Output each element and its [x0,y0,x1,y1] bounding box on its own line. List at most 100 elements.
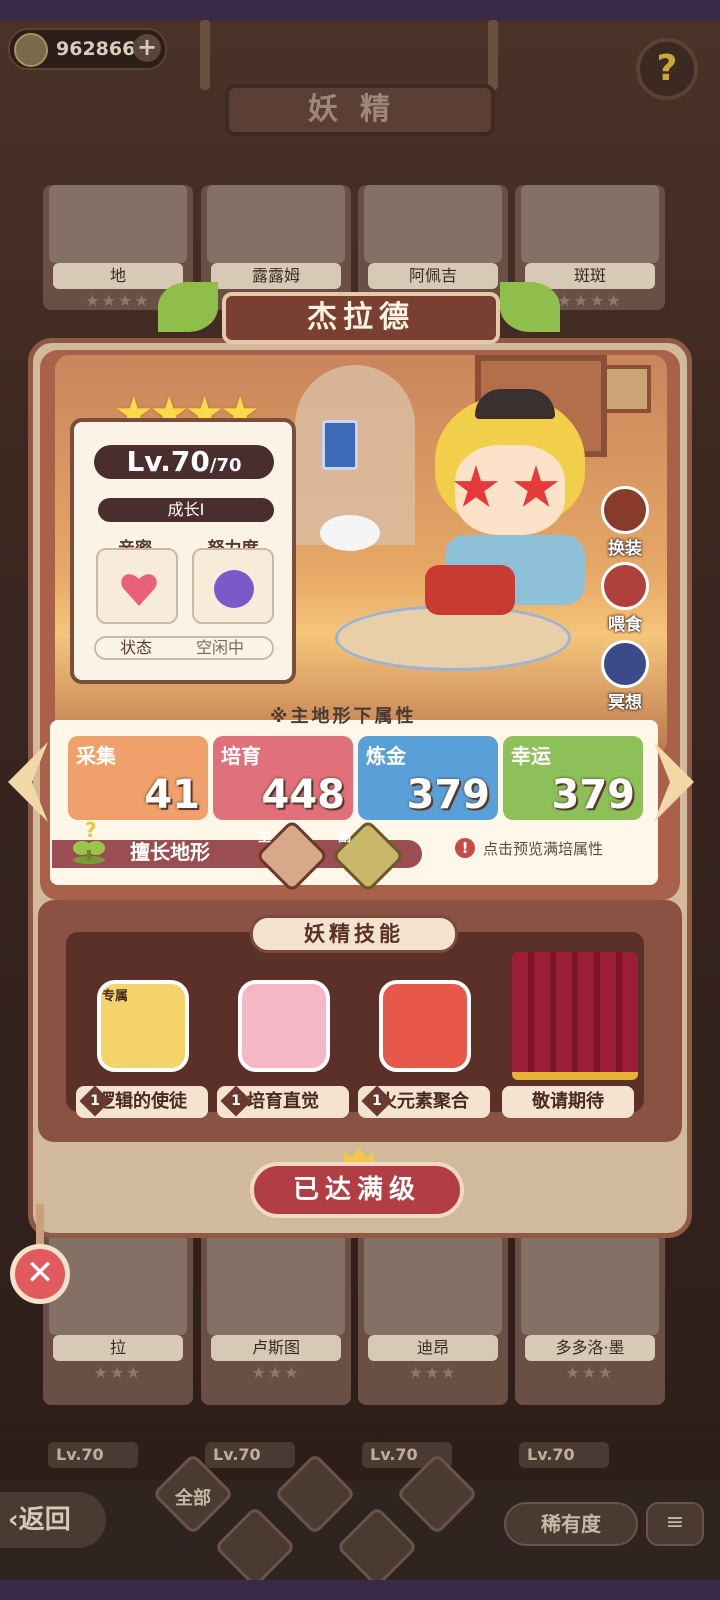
fairy-portrait [521,185,659,263]
card-level: Lv.70 [205,1442,295,1468]
close-rope [36,1204,44,1246]
fairy-card-stars: ★★★ [93,1363,143,1382]
fairy-portrait [364,185,502,263]
feed-button[interactable]: 喂食 [596,562,654,635]
add-currency-button[interactable]: + [133,34,161,62]
help-icon[interactable]: ? [636,38,698,100]
pants [425,565,515,615]
fairy-card-name: 迪昂 [368,1335,498,1361]
skill-level-badge: 1 [220,1085,252,1117]
attribute-luck: 幸运 379 [503,736,643,820]
system-nav-strip [0,1580,720,1600]
fairy-character[interactable] [395,389,615,635]
skills-title: 妖精技能 [250,915,458,953]
curtain-icon [512,952,638,1080]
attribute-value: 448 [261,772,346,818]
attribute-label: 炼金 [366,744,406,768]
skill-name: 培育直觉 [247,1091,319,1112]
fairy-card-name: 阿佩吉 [368,263,498,289]
fairy-card[interactable]: 拉 ★★★ [43,1215,193,1405]
intimacy-box[interactable] [96,548,178,624]
fairy-portrait [207,185,345,263]
effort-box[interactable] [192,548,274,624]
fairy-card-name: 卢斯图 [211,1335,341,1361]
skill-watering-can-icon[interactable] [238,980,330,1072]
hat [475,389,555,419]
fairy-info-card: Lv.70/70 成长I 亲密 努力度 状态 空闲中 [70,418,296,684]
attribute-label: 培育 [221,744,261,768]
sort-order-icon[interactable]: ≡ [646,1502,704,1546]
skill-level: 1 [90,1093,100,1109]
back-button[interactable]: ‹返回 [0,1492,106,1548]
skill-level-badge: 1 [79,1085,111,1117]
skill-level: 1 [372,1093,382,1109]
state-row: 状态 空闲中 [94,636,274,660]
fairy-card-stars: ★★★★ [85,291,151,310]
leaf-decoration-left [158,282,218,332]
skill-level: 1 [231,1093,241,1109]
attribute-nurture: 培育 448 [213,736,353,820]
skill-name: 敬请期待 [532,1091,604,1112]
currency-value: 962866 [56,38,136,60]
filter-all-label: 全部 [175,1488,211,1509]
meditate-label: 冥想 [608,693,642,713]
meat-icon [601,562,649,610]
sign-rope-right [488,20,498,90]
preview-hint[interactable]: 点击预览满培属性 [483,838,603,859]
sub-tag: 副 [338,830,352,845]
attribute-gather: 采集 41 [68,736,208,820]
attribute-value: 379 [406,772,491,818]
heart-icon [120,570,158,608]
skill-level-badge: 1 [361,1085,393,1117]
outfit-icon [601,486,649,534]
leaf-decoration-right [500,282,560,332]
fairy-card-name: 地 [53,263,183,289]
growth-stage: 成长I [98,498,274,522]
coin-icon [14,33,48,67]
meditate-icon [601,640,649,688]
skill-name: 逻辑的使徒 [97,1091,187,1112]
skill-name: 火元素聚合 [379,1091,469,1112]
fairy-card-stars: ★★★ [408,1363,458,1382]
devil-face-icon [214,570,254,608]
close-button[interactable]: ✕ [10,1244,70,1304]
card-level: Lv.70 [48,1442,138,1468]
feed-label: 喂食 [608,615,642,635]
help-icon[interactable]: ? [85,818,97,842]
rarity-sort-button[interactable]: 稀有度 [504,1502,638,1546]
status-strip [0,0,720,20]
attribute-value: 41 [144,772,200,818]
outfit-label: 换装 [608,539,642,559]
warning-icon: ! [455,838,475,858]
state-value: 空闲中 [196,638,245,657]
fairy-card[interactable]: 迪昂 ★★★ [358,1215,508,1405]
fairy-card-name: 露露姆 [211,263,341,289]
max-level-button[interactable]: 已达满级 [250,1162,464,1218]
level-bar: Lv.70/70 [94,445,274,479]
skill-label: 敬请期待 [502,1086,634,1118]
level-value: Lv.70 [126,445,210,478]
fairy-card[interactable]: 卢斯图 ★★★ [201,1215,351,1405]
fairy-card[interactable]: 多多洛·墨 ★★★ [515,1215,665,1405]
screen-title: 妖精 [225,84,495,136]
skill-fire-swirl-icon[interactable] [379,980,471,1072]
fairy-card-stars: ★★★ [565,1363,615,1382]
card-level: Lv.70 [519,1442,609,1468]
tarot-card-icon[interactable] [322,420,358,470]
main-tag: 主 [258,830,272,845]
level-max: /70 [209,455,242,476]
back-label: 返回 [18,1505,71,1535]
attribute-value: 379 [551,772,636,818]
attribute-label: 幸运 [511,744,551,768]
fairy-card-name: 多多洛·墨 [525,1335,655,1361]
outfit-button[interactable]: 换装 [596,486,654,559]
fairy-card-name: 拉 [53,1335,183,1361]
attributes-title: ※主地形下属性 [270,706,417,727]
currency-display: 962866 + [8,28,167,70]
attribute-label: 采集 [76,744,116,768]
fairy-portrait [49,185,187,263]
meditate-button[interactable]: 冥想 [596,640,654,713]
exclusive-tag: 专属 [102,989,129,1004]
attribute-alchemy: 炼金 379 [358,736,498,820]
state-label: 状态 [120,638,153,657]
